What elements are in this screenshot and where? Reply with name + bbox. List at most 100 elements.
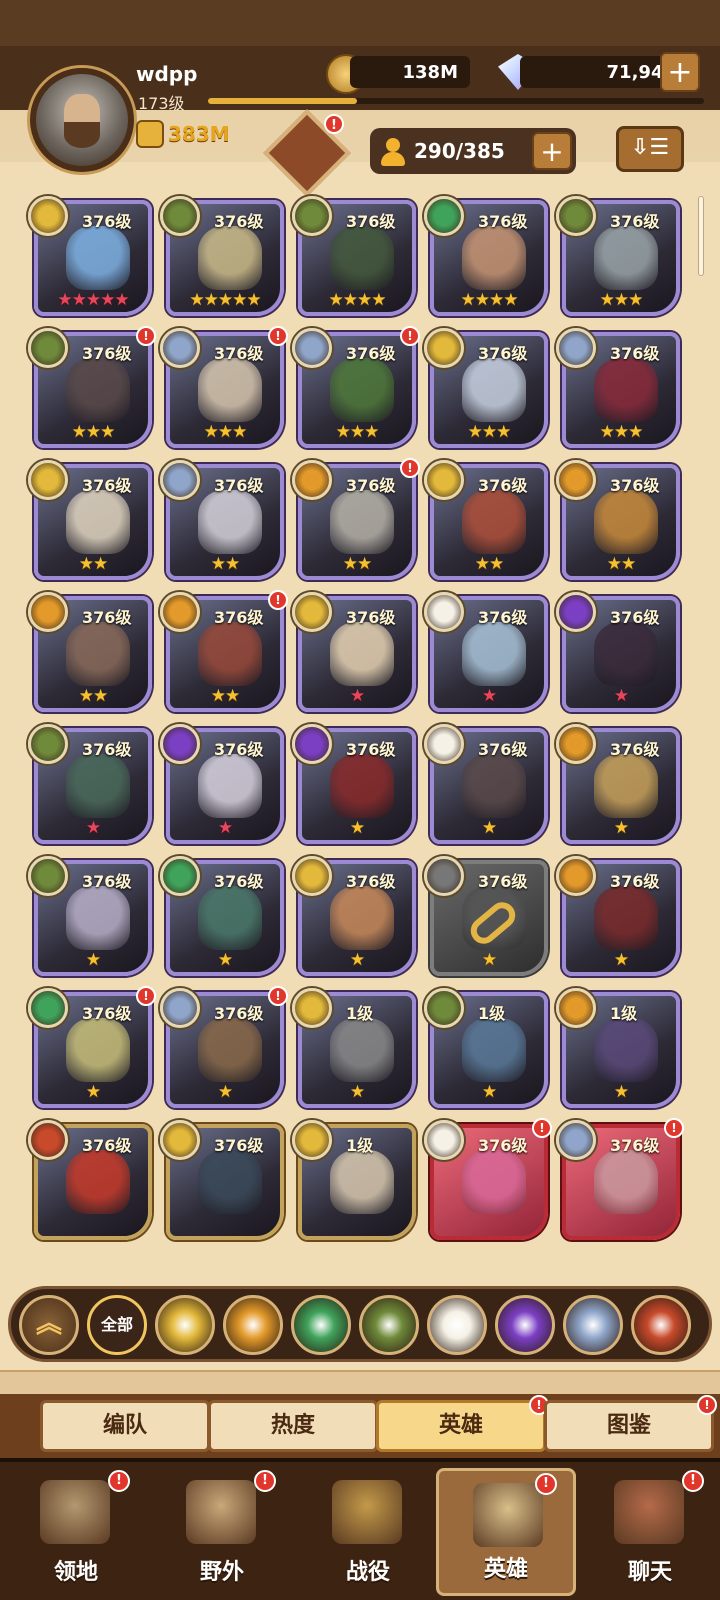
player-name: wdpp	[136, 62, 198, 86]
hero-portrait	[198, 490, 262, 554]
hero-card[interactable]: 376级 ★	[424, 724, 548, 844]
star-rating: ★	[613, 818, 629, 838]
hero-card[interactable]: 376级 ★★	[556, 460, 680, 580]
hero-card[interactable]: 376级 ★★	[28, 460, 152, 580]
hero-card[interactable]: 376级 ★!	[28, 986, 156, 1108]
filter-graveborn-button[interactable]	[359, 1295, 419, 1355]
filter-dragon-button[interactable]	[631, 1295, 691, 1355]
star-rating: ★	[349, 1082, 365, 1102]
hero-card[interactable]: 376级 ★★★	[556, 328, 680, 448]
hero-card[interactable]: 376级 ★★★	[556, 196, 680, 316]
tab-3[interactable]: 图鉴!	[544, 1395, 717, 1452]
hero-level: 376级	[346, 344, 396, 363]
hero-card[interactable]: 376级 ★★!	[292, 458, 420, 580]
hero-level: 376级	[82, 476, 132, 495]
filter-all-button[interactable]: 全部	[87, 1295, 147, 1355]
hero-card[interactable]: 376级 ★★!	[160, 590, 288, 712]
hero-level: 376级	[214, 740, 264, 759]
fist-icon	[136, 120, 164, 148]
nav-label: 战役	[345, 1560, 390, 1585]
tab-0[interactable]: 编队	[40, 1400, 210, 1452]
notification-badge: !	[664, 1118, 684, 1138]
hero-card[interactable]: 1级	[292, 1120, 416, 1240]
star-rating: ★★	[606, 554, 636, 574]
hero-card[interactable]: 376级!	[556, 1118, 684, 1240]
hero-card[interactable]: 376级 ★	[292, 724, 416, 844]
hero-portrait	[462, 1150, 526, 1214]
nav-item-0[interactable]: 领地!	[6, 1468, 146, 1596]
add-gems-button[interactable]: +	[660, 52, 700, 92]
hero-card[interactable]: 376级 ★★★★★	[28, 196, 152, 316]
nav-label: 聊天	[627, 1560, 672, 1585]
hero-level: 376级	[82, 344, 132, 363]
hero-portrait	[198, 886, 262, 950]
hero-card[interactable]: 376级 ★	[160, 724, 284, 844]
filter-mauler-button[interactable]	[223, 1295, 283, 1355]
hero-card[interactable]: 376级 ★	[160, 856, 284, 976]
notification-badge: !	[268, 986, 288, 1006]
tab-1[interactable]: 热度	[208, 1400, 378, 1452]
expand-capacity-button[interactable]: +	[532, 132, 572, 170]
hero-card[interactable]: 376级 ★	[424, 592, 548, 712]
hero-portrait	[330, 886, 394, 950]
star-rating: ★	[85, 950, 101, 970]
filter-celestial-button[interactable]	[427, 1295, 487, 1355]
hero-card[interactable]: 376级	[160, 1120, 284, 1240]
hero-level: 376级	[478, 872, 528, 891]
hero-level: 376级	[214, 212, 264, 231]
nav-item-1[interactable]: 野外!	[152, 1468, 292, 1596]
hero-card[interactable]: 376级 ★★★!	[160, 326, 288, 448]
hero-card[interactable]: 376级 ★	[292, 856, 416, 976]
filter-dimensional-button[interactable]	[563, 1295, 623, 1355]
hero-card[interactable]: 376级 ★	[28, 856, 152, 976]
map-scroll-icon	[186, 1480, 256, 1544]
tab-2[interactable]: 英雄!	[376, 1395, 549, 1452]
hero-card[interactable]: 376级 ★★	[424, 460, 548, 580]
hero-card[interactable]: 376级 ★	[292, 592, 416, 712]
player-avatar[interactable]	[30, 68, 134, 172]
main-navigation: 领地! 野外! 战役 英雄! 聊天!	[0, 1458, 720, 1600]
hero-card[interactable]: 376级 ★★★!	[28, 326, 156, 448]
faction-dimensional-icon	[160, 460, 200, 500]
nav-item-4[interactable]: 聊天!	[580, 1468, 720, 1596]
nav-item-3[interactable]: 英雄!	[436, 1468, 576, 1596]
faction-lightbearer-icon	[292, 592, 332, 632]
hero-card[interactable]: 1级 ★	[556, 988, 680, 1108]
notification-badge: !	[108, 1470, 130, 1492]
hero-card[interactable]: 376级 ★	[556, 724, 680, 844]
hero-sub-tabs: 编队 热度 英雄! 图鉴!	[0, 1394, 720, 1458]
collapse-filters-button[interactable]: ︽	[19, 1295, 79, 1355]
hero-level: 376级	[478, 1136, 528, 1155]
star-rating: ★	[481, 1082, 497, 1102]
hero-card[interactable]: 376级 ★★★!	[292, 326, 420, 448]
scrollbar-thumb[interactable]	[698, 196, 704, 276]
notification-badge: !	[532, 1118, 552, 1138]
faction-wilder-icon	[424, 196, 464, 236]
nav-item-2[interactable]: 战役	[298, 1468, 438, 1596]
hero-card[interactable]: 376级 ★!	[160, 986, 288, 1108]
hero-card[interactable]: 376级!	[424, 1118, 552, 1240]
hero-card[interactable]: 376级	[28, 1120, 152, 1240]
filter-hypogean-button[interactable]	[495, 1295, 555, 1355]
hero-card[interactable]: 376级 ★	[556, 592, 680, 712]
castle-icon	[40, 1480, 110, 1544]
star-rating: ★	[481, 686, 497, 706]
hero-card[interactable]: 376级 ★★★	[424, 328, 548, 448]
hero-portrait	[330, 490, 394, 554]
faction-hypogean-icon	[160, 724, 200, 764]
hero-card[interactable]: 376级 ★★★★	[424, 196, 548, 316]
hero-card[interactable]: 376级 ★	[556, 856, 680, 976]
filter-wilder-button[interactable]	[291, 1295, 351, 1355]
hero-card[interactable]: 376级 ★★	[28, 592, 152, 712]
hero-card[interactable]: 376级 ★	[424, 856, 548, 976]
hero-card[interactable]: 376级 ★★★★	[292, 196, 416, 316]
faction-wilder-icon	[160, 856, 200, 896]
hero-card[interactable]: 376级 ★★★★★	[160, 196, 284, 316]
hero-card[interactable]: 1级 ★	[292, 988, 416, 1108]
hero-card[interactable]: 376级 ★	[28, 724, 152, 844]
filter-lightbearer-button[interactable]	[155, 1295, 215, 1355]
sort-button[interactable]: ⇩☰	[616, 126, 684, 172]
hero-level: 376级	[610, 476, 660, 495]
hero-card[interactable]: 1级 ★	[424, 988, 548, 1108]
hero-card[interactable]: 376级 ★★	[160, 460, 284, 580]
